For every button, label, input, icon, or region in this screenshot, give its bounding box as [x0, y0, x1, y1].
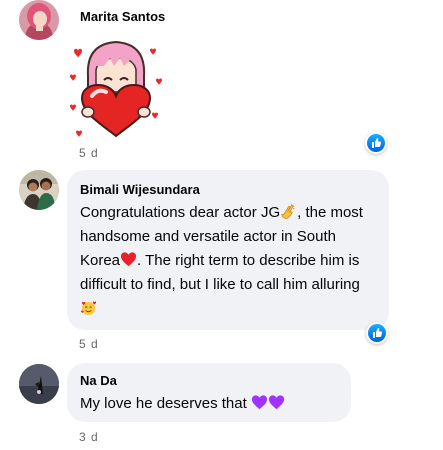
red-heart-emoji-icon	[120, 252, 137, 267]
thumbs-up-icon	[372, 138, 382, 148]
avatar-image	[19, 170, 59, 210]
comment-author-name[interactable]: Bimali Wijesundara	[80, 182, 200, 197]
avatar-na-da[interactable]	[19, 364, 59, 404]
comment-timestamp[interactable]: 3 d	[79, 430, 99, 444]
comment-sticker	[66, 36, 166, 138]
comment-text: Congratulations dear actor JG, the most …	[80, 201, 365, 321]
comment-author-name[interactable]: Marita Santos	[80, 9, 165, 24]
comment-text-part: Congratulations dear actor JG	[80, 204, 281, 221]
comment-text: My love he deserves that	[80, 392, 346, 416]
like-reaction-badge[interactable]	[365, 132, 387, 154]
avatar-image	[19, 364, 59, 404]
avatar-image	[19, 0, 59, 40]
like-reaction-badge[interactable]	[366, 322, 388, 344]
heart-hug-sticker-icon	[70, 40, 162, 138]
avatar-marita-santos[interactable]	[19, 0, 59, 40]
comment-author-name[interactable]: Na Da	[80, 373, 117, 388]
comment-text-part: My love he deserves that	[80, 395, 251, 412]
smiling-face-with-hearts-emoji-icon	[80, 301, 97, 316]
thumbs-up-icon	[373, 328, 383, 338]
purple-heart-emoji-icon	[268, 395, 284, 410]
avatar-bimali-wijesundara[interactable]	[19, 170, 59, 210]
comment-timestamp[interactable]: 5 d	[79, 146, 99, 160]
purple-heart-emoji-icon	[251, 395, 267, 410]
comment-timestamp[interactable]: 5 d	[79, 337, 99, 351]
clapping-hands-emoji-icon	[281, 203, 295, 219]
